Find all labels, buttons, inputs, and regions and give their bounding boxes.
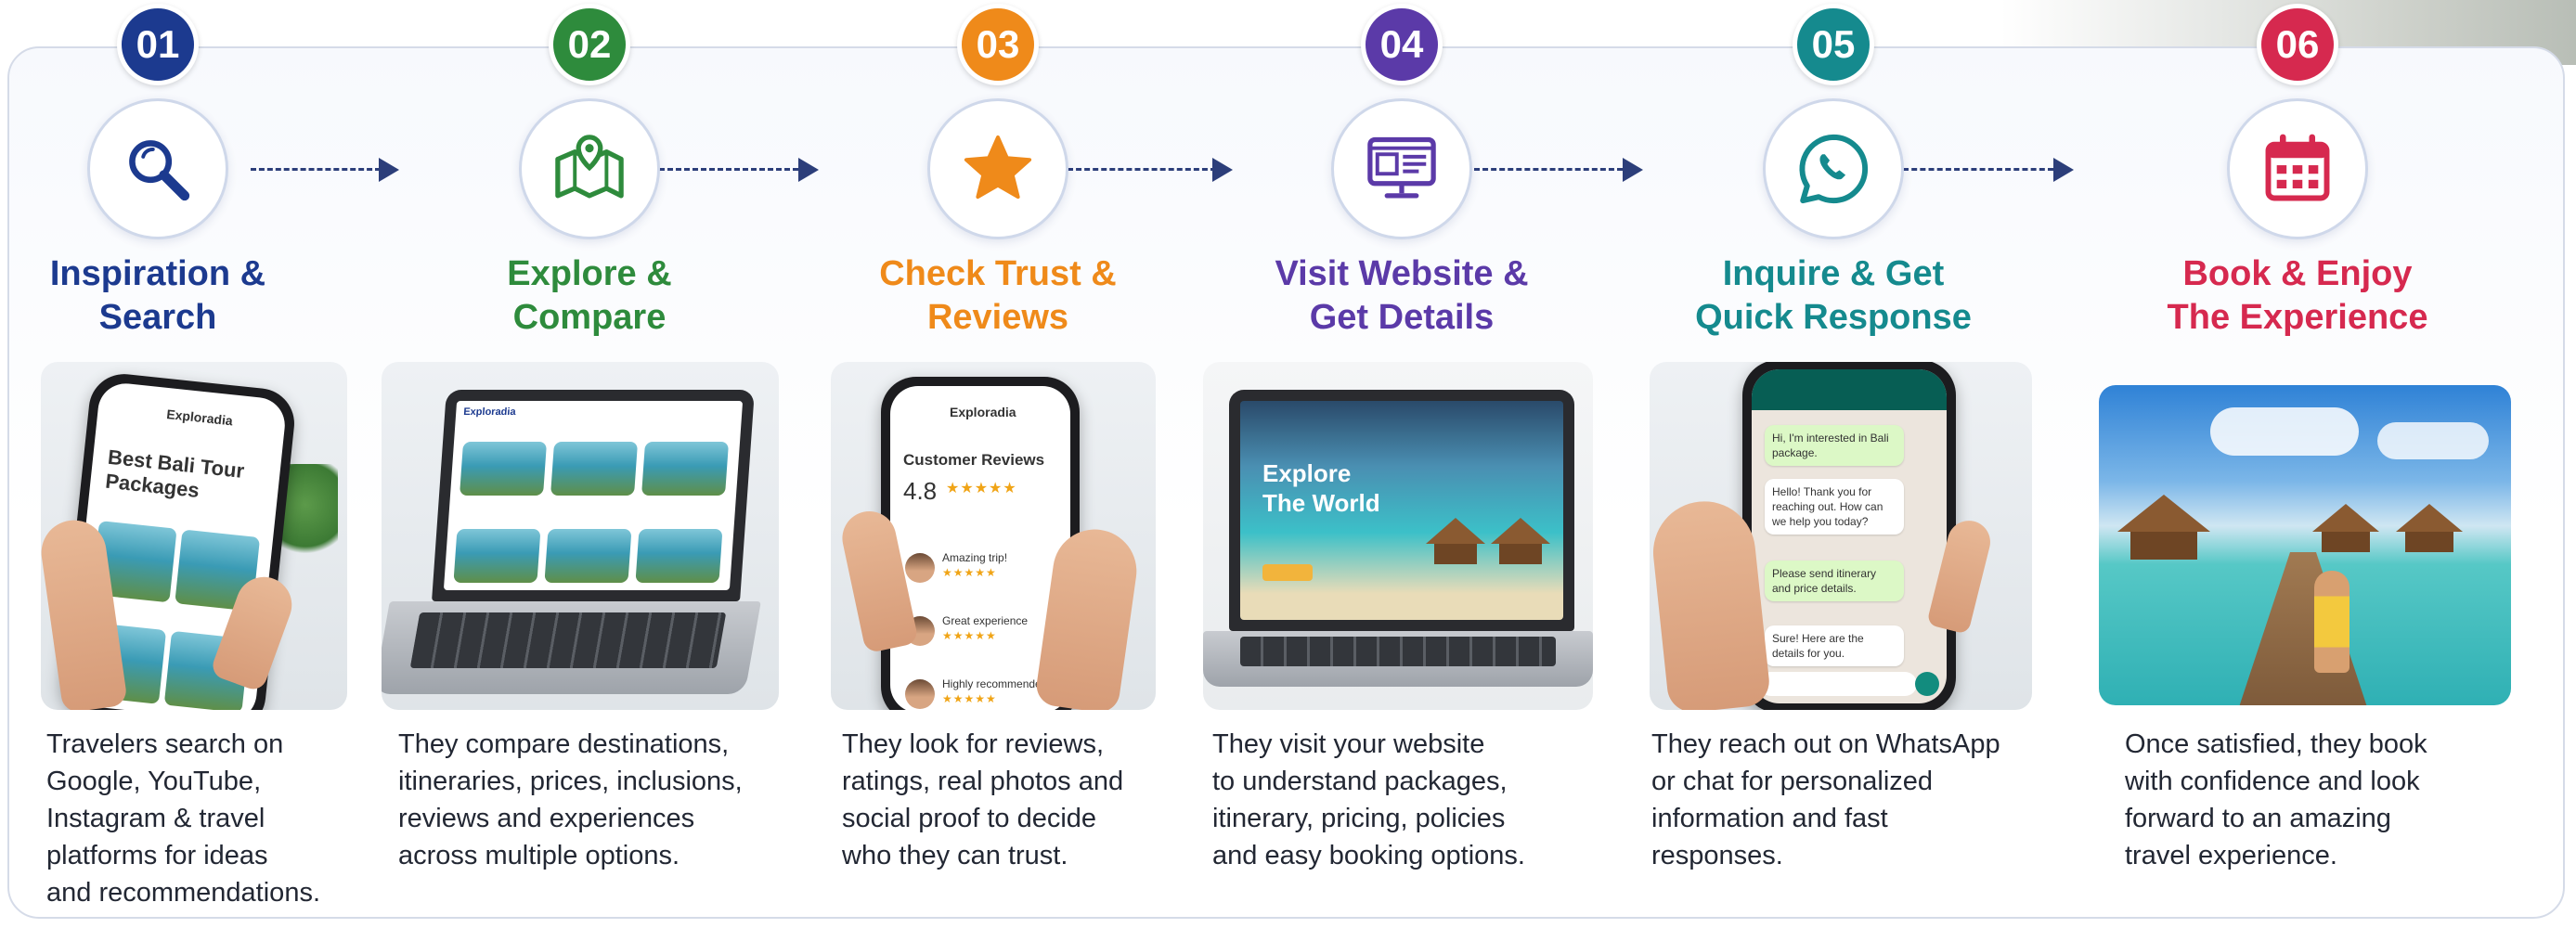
laptop-keyboard [1240, 637, 1556, 666]
step-6: 06 Book & Enjoy The Experience Once sati… [2093, 0, 2511, 928]
step-3: 03 Check Trust & Reviews Exploradia Cust… [794, 0, 1202, 928]
chat-message-sent: Hi, I'm interested in Bali package. [1765, 425, 1904, 466]
step-icon-circle [1763, 98, 1904, 239]
step-icon-circle [1331, 98, 1472, 239]
step-photo-overwater-villas [2099, 385, 2511, 705]
laptop-mockup: Exploradia [432, 390, 755, 601]
step-number-badge: 04 [1361, 4, 1443, 85]
destination-thumb [641, 442, 730, 496]
reviewer-avatar [905, 553, 935, 583]
step-title: Visit Website & Get Details [1275, 254, 1529, 337]
hut [2130, 532, 2197, 560]
chat-message-sent: Please send itinerary and price details. [1765, 561, 1904, 601]
destination-thumb [544, 529, 632, 583]
search-icon [129, 140, 190, 201]
reviewer-avatar [905, 679, 935, 709]
step-title: Check Trust & Reviews [879, 254, 1117, 337]
map-pin-icon [555, 135, 624, 199]
hut [2117, 495, 2210, 532]
step-photo-laptop-compare: Exploradia [382, 362, 779, 710]
whatsapp-icon [1799, 134, 1868, 204]
cloud [2377, 422, 2489, 459]
app-name: Exploradia [462, 406, 516, 418]
star-icon [964, 135, 1032, 200]
step-description: They compare destinations, itineraries, … [398, 729, 743, 870]
send-button [1915, 672, 1939, 696]
step-title: Explore & Compare [507, 254, 672, 337]
hut [2322, 532, 2370, 552]
review-stars: ★★★★★ [942, 629, 997, 642]
destination-thumb [453, 529, 541, 583]
step-1: 01 Inspiration & Search Exploradia Best … [0, 0, 362, 928]
step-photo-laptop-website: Explore The World [1203, 362, 1593, 710]
step-description: They reach out on WhatsApp or chat for p… [1651, 729, 2000, 870]
chat-message-received: Sure! Here are the details for you. [1765, 625, 1904, 666]
traveler-figure [2314, 571, 2349, 673]
step-5: 05 Inquire & Get Quick Response Hi, I'm … [1629, 0, 2038, 928]
rating-value: 4.8 [903, 477, 938, 505]
hut [1434, 544, 1477, 564]
hut [1426, 518, 1485, 544]
hut [2396, 504, 2463, 532]
step-description: Once satisfied, they book with confidenc… [2125, 729, 2427, 870]
chat-header [1752, 369, 1947, 410]
website-cta-button [1262, 564, 1313, 581]
step-photo-phone-reviews: Exploradia Customer Reviews 4.8 ★★★★★ Am… [831, 362, 1156, 710]
reviews-heading: Customer Reviews [903, 451, 1045, 469]
app-name: Exploradia [950, 405, 1016, 419]
hut [2312, 504, 2379, 532]
step-2: 02 Explore & Compare Exploradia They com… [382, 0, 794, 928]
step-number-badge: 02 [549, 4, 630, 85]
cloud [2210, 407, 2359, 456]
step-number-badge: 06 [2257, 4, 2338, 85]
step-photo-phone-search: Exploradia Best Bali Tour Packages [41, 362, 347, 710]
review-text: Amazing trip! [942, 551, 1008, 564]
hut [2405, 532, 2453, 552]
review-text: Highly recommended [942, 677, 1048, 690]
step-number-badge: 03 [957, 4, 1039, 85]
step-title: Inquire & Get Quick Response [1695, 254, 1972, 337]
review-stars: ★★★★★ [942, 566, 997, 579]
chat-message-received: Hello! Thank you for reaching out. How c… [1765, 479, 1904, 535]
step-title: Book & Enjoy The Experience [2167, 254, 2428, 337]
chat-input-bar [1759, 672, 1917, 696]
hut [1491, 518, 1550, 544]
step-title: Inspiration & Search [49, 254, 266, 337]
destination-thumb [550, 442, 639, 496]
rating-stars: ★★★★★ [946, 481, 1017, 496]
laptop-keyboard [409, 612, 727, 668]
step-number-badge: 05 [1793, 4, 1874, 85]
destination-thumb [460, 442, 548, 496]
review-text: Great experience [942, 614, 1029, 627]
step-description: They visit your website to understand pa… [1212, 729, 1525, 870]
step-description: Travelers search on Google, YouTube, Ins… [46, 729, 320, 908]
step-icon-circle [2227, 98, 2368, 239]
calendar-icon [2265, 134, 2330, 201]
phone-mockup: Hi, I'm interested in Bali package. Hell… [1742, 362, 1956, 710]
website-hero-title: Explore The World [1262, 459, 1380, 517]
step-4: 04 Visit Website & Get Details Explore T… [1197, 0, 1606, 928]
mockup-heading: Best Bali Tour Packages [104, 445, 246, 503]
laptop-mockup: Explore The World [1229, 390, 1574, 631]
hut [1499, 544, 1542, 564]
review-stars: ★★★★★ [942, 692, 997, 705]
step-icon-circle [87, 98, 228, 239]
step-icon-circle [927, 98, 1068, 239]
arrow-5-6 [2053, 158, 2074, 182]
step-description: They look for reviews, ratings, real pho… [842, 729, 1124, 870]
step-photo-phone-chat: Hi, I'm interested in Bali package. Hell… [1650, 362, 2032, 710]
website-monitor-icon [1367, 136, 1436, 199]
app-name: Exploradia [165, 406, 234, 429]
step-number-badge: 01 [117, 4, 199, 85]
step-icon-circle [519, 98, 660, 239]
destination-thumb [635, 529, 723, 583]
